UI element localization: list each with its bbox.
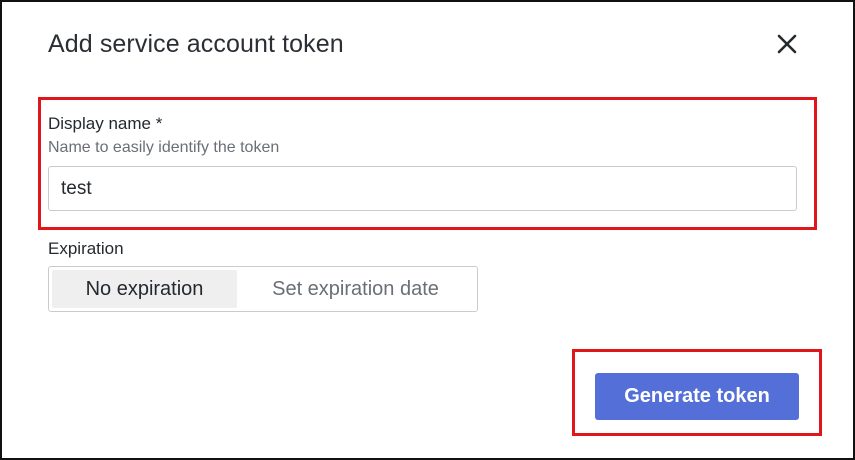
- display-name-field: [48, 166, 797, 211]
- close-button[interactable]: [772, 30, 802, 60]
- generate-token-button[interactable]: Generate token: [595, 373, 799, 420]
- display-name-input[interactable]: [49, 167, 796, 210]
- no-expiration-option[interactable]: No expiration: [52, 270, 237, 308]
- display-name-label: Display name *: [48, 114, 163, 133]
- set-expiration-date-option[interactable]: Set expiration date: [237, 270, 474, 308]
- close-icon: [777, 34, 797, 54]
- dialog-title: Add service account token: [48, 30, 344, 58]
- expiration-toggle: No expiration Set expiration date: [48, 266, 478, 312]
- expiration-label: Expiration: [48, 239, 124, 258]
- display-name-description: Name to easily identify the token: [48, 139, 280, 156]
